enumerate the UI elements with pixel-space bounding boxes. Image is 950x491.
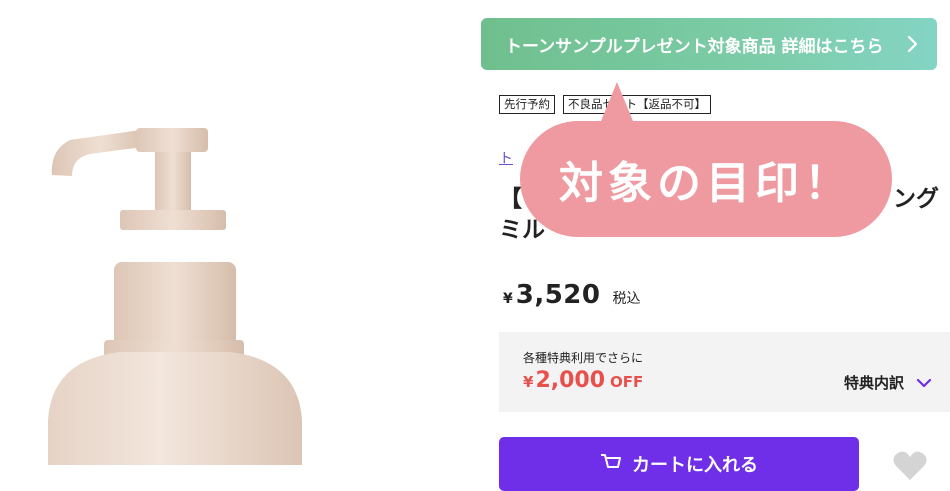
- promo-banner[interactable]: トーンサンプルプレゼント対象商品 詳細はこちら: [481, 18, 937, 70]
- pump-bottle-image: [48, 128, 302, 465]
- benefit-breakdown-toggle[interactable]: 特典内訳: [844, 372, 932, 393]
- promo-banner-text: トーンサンプルプレゼント対象商品 詳細はこちら: [505, 36, 884, 57]
- price-amount: 3,520: [515, 280, 601, 310]
- tag-defect-set: 不良品セット【返品不可】: [563, 95, 711, 114]
- callout-bubble: 対象の目印！: [520, 121, 892, 237]
- benefit-off-label: OFF: [610, 373, 644, 391]
- benefit-box: 各種特典利用でさらに ¥ 2,000 OFF 特典内訳: [499, 332, 950, 412]
- cart-icon: [601, 454, 621, 468]
- price-tax-label: 税込: [612, 291, 641, 307]
- benefit-amount: 2,000: [535, 368, 606, 393]
- benefit-currency: ¥: [523, 373, 534, 391]
- benefit-toggle-label: 特典内訳: [843, 374, 904, 392]
- callout-tail: [599, 82, 635, 126]
- callout-text: 対象の目印！: [559, 158, 853, 209]
- heart-icon[interactable]: [892, 450, 928, 482]
- add-to-cart-button[interactable]: カートに入れる: [499, 437, 859, 491]
- chevron-down-icon: [916, 378, 932, 387]
- product-title-line1-end: ング: [893, 186, 939, 212]
- brand-link[interactable]: ト: [499, 148, 513, 168]
- product-image: [0, 0, 470, 465]
- price: ¥ 3,520 税込: [503, 280, 641, 310]
- benefit-discount: ¥ 2,000 OFF: [523, 368, 643, 393]
- price-currency: ¥: [503, 291, 513, 307]
- product-title-line1-start: 【: [499, 186, 522, 212]
- chevron-right-icon: [907, 35, 918, 53]
- add-to-cart-label: カートに入れる: [632, 455, 758, 476]
- benefit-caption: 各種特典利用でさらに: [523, 351, 644, 365]
- tag-preorder: 先行予約: [499, 95, 555, 114]
